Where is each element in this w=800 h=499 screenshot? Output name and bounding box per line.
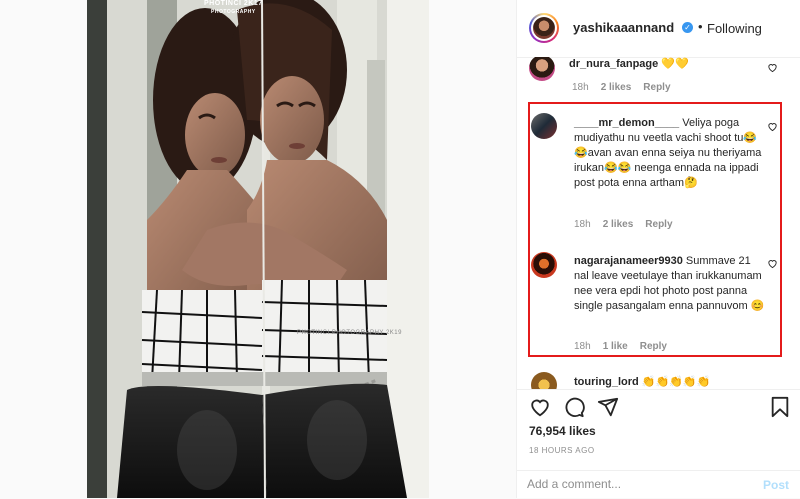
avatar[interactable] bbox=[531, 372, 557, 389]
post-header: yashikaaannand ✓ • Following bbox=[517, 0, 800, 58]
post-button[interactable]: Post bbox=[763, 478, 789, 492]
heart-icon[interactable] bbox=[767, 62, 778, 73]
avatar[interactable] bbox=[529, 13, 559, 43]
header-username[interactable]: yashikaaannand bbox=[573, 20, 674, 35]
likes-count[interactable]: 76,954 likes bbox=[529, 424, 596, 438]
avatar[interactable] bbox=[529, 57, 555, 81]
comment-time[interactable]: 18h bbox=[572, 82, 589, 93]
separator-dot: • bbox=[698, 19, 703, 34]
comment-likes[interactable]: 2 likes bbox=[601, 82, 632, 93]
watermark-top: PHOTINCI 2K17 PHOTOGRAPHY bbox=[204, 0, 263, 15]
highlight-box bbox=[528, 102, 782, 357]
comment-input[interactable] bbox=[527, 477, 747, 491]
verified-badge-icon: ✓ bbox=[682, 22, 693, 33]
comment-text: 💛💛 bbox=[661, 58, 689, 70]
following-button[interactable]: Following bbox=[707, 21, 762, 36]
heart-icon[interactable] bbox=[529, 396, 551, 418]
add-comment-bar: Post bbox=[517, 470, 800, 499]
share-icon[interactable] bbox=[597, 396, 619, 418]
comment-username[interactable]: touring_lord bbox=[574, 376, 639, 388]
comment-username[interactable]: dr_nura_fanpage bbox=[569, 58, 658, 70]
comment-text: 👏👏👏👏👏 bbox=[641, 376, 711, 388]
bookmark-icon[interactable] bbox=[769, 396, 791, 418]
watermark-mid: PHOTINCI PHOTOGRAPHY 2K19 bbox=[297, 330, 402, 336]
reply-button[interactable]: Reply bbox=[643, 82, 670, 93]
post-timestamp[interactable]: 18 HOURS AGO bbox=[529, 446, 595, 455]
post-image[interactable]: PHOTINCI 2K17 PHOTOGRAPHY PHOTINCI PHOTO… bbox=[87, 0, 429, 498]
comment-icon[interactable] bbox=[563, 396, 585, 418]
